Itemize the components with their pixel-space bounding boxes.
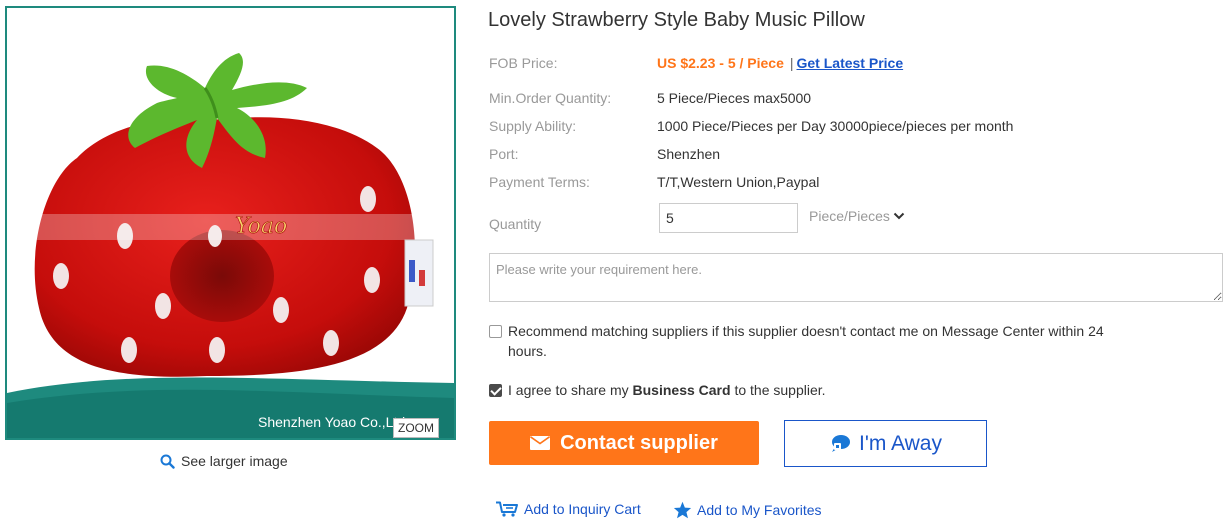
im-away-button[interactable]: I'm Away xyxy=(784,420,987,467)
add-to-inquiry-cart-link[interactable]: Add to Inquiry Cart xyxy=(495,501,641,517)
agree-share-option[interactable]: I agree to share my Business Card to the… xyxy=(489,380,826,400)
get-latest-price-link[interactable]: Get Latest Price xyxy=(797,55,904,71)
im-away-label: I'm Away xyxy=(859,431,942,455)
port-row: Port: Shenzhen xyxy=(489,146,720,162)
star-icon xyxy=(673,501,692,519)
recommend-text-line2: hours. xyxy=(508,343,547,359)
product-image: Yoao xyxy=(7,8,454,438)
quantity-label: Quantity xyxy=(489,216,542,232)
add-to-favorites-link[interactable]: Add to My Favorites xyxy=(673,501,822,519)
magnifier-icon xyxy=(160,454,175,469)
see-larger-label: See larger image xyxy=(181,453,288,469)
zoom-badge[interactable]: ZOOM xyxy=(393,418,439,438)
fob-price-row: FOB Price: US $2.23 - 5 / Piece | Get Lates… xyxy=(489,55,903,71)
quantity-label-wrap: Quantity xyxy=(489,216,657,232)
min-order-label: Min.Order Quantity: xyxy=(489,90,612,106)
contact-supplier-label: Contact supplier xyxy=(560,431,718,454)
payment-terms-row: Payment Terms: T/T,Western Union,Paypal xyxy=(489,174,819,190)
svg-text:Yoao: Yoao xyxy=(235,214,287,239)
supply-ability-row: Supply Ability: 1000 Piece/Pieces per Day… xyxy=(489,118,1013,134)
unit-select[interactable]: Piece/Pieces xyxy=(809,208,905,224)
see-larger-image-link[interactable]: See larger image xyxy=(160,453,288,469)
recommend-suppliers-option[interactable]: Recommend matching suppliers if this sup… xyxy=(489,321,1104,361)
contact-supplier-button[interactable]: Contact supplier xyxy=(489,421,759,465)
recommend-text-line1: Recommend matching suppliers if this sup… xyxy=(508,323,1104,339)
agree-suffix: to the supplier. xyxy=(730,382,826,398)
payment-terms-label: Payment Terms: xyxy=(489,174,590,190)
port-label: Port: xyxy=(489,146,519,162)
payment-terms-value: T/T,Western Union,Paypal xyxy=(657,174,820,190)
min-order-value: 5 Piece/Pieces max5000 xyxy=(657,90,812,106)
chat-bubble-icon xyxy=(832,434,850,452)
requirement-textarea[interactable] xyxy=(489,253,1223,302)
recommend-checkbox[interactable] xyxy=(489,325,502,338)
unit-select-value: Piece/Pieces xyxy=(809,208,890,224)
envelope-icon xyxy=(530,436,551,450)
cart-icon xyxy=(496,501,518,517)
price-separator: | xyxy=(789,55,794,71)
chevron-down-icon xyxy=(893,212,905,220)
add-to-favorites-label: Add to My Favorites xyxy=(697,502,822,518)
min-order-row: Min.Order Quantity: 5 Piece/Pieces max500… xyxy=(489,90,811,106)
quantity-input[interactable] xyxy=(659,203,798,233)
agree-checkbox[interactable] xyxy=(489,384,502,397)
add-to-inquiry-cart-label: Add to Inquiry Cart xyxy=(524,501,641,517)
supply-ability-label: Supply Ability: xyxy=(489,118,577,134)
product-image-frame[interactable]: Yoao Shenzhen Yoao Co.,Ltd xyxy=(5,6,456,440)
fob-price-value: US $2.23 - 5 / Piece xyxy=(657,55,784,71)
product-title: Lovely Strawberry Style Baby Music Pillo… xyxy=(488,9,865,31)
fob-price-label: FOB Price: xyxy=(489,55,558,71)
agree-prefix: I agree to share my xyxy=(508,382,633,398)
business-card-text: Business Card xyxy=(632,382,731,398)
supply-ability-value: 1000 Piece/Pieces per Day 30000piece/pie… xyxy=(657,118,1014,134)
port-value: Shenzhen xyxy=(657,146,721,162)
